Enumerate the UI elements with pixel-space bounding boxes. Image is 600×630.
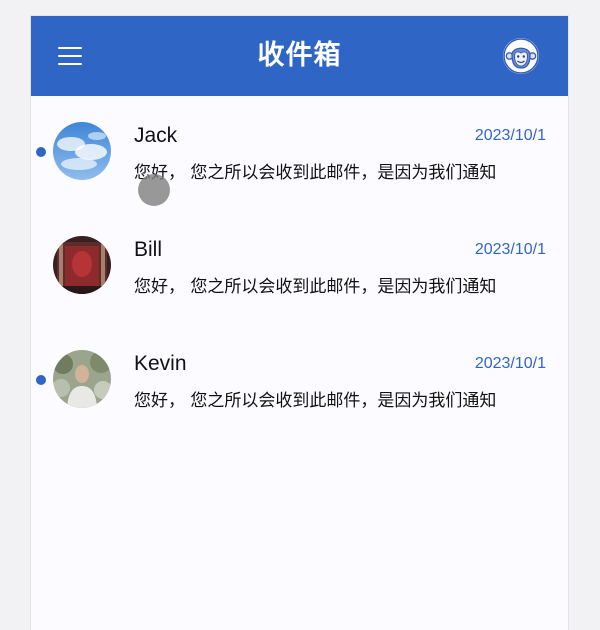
app-header: 收件箱 bbox=[31, 16, 568, 96]
email-date: 2023/10/1 bbox=[474, 355, 546, 372]
sender-name: Jack bbox=[134, 124, 178, 147]
unread-dot-icon bbox=[36, 375, 46, 385]
sender-name: Kevin bbox=[134, 352, 187, 375]
monkey-avatar-icon[interactable] bbox=[503, 38, 539, 74]
email-preview: 您好， 您之所以会收到此邮件，是因为我们通知 bbox=[134, 391, 497, 411]
email-preview: 您好， 您之所以会收到此邮件，是因为我们通知 bbox=[134, 163, 497, 183]
touch-indicator bbox=[138, 174, 170, 206]
email-list: Jack 2023/10/1 您好， 您之所以会收到此邮件，是因为我们通知 Bi… bbox=[31, 96, 568, 438]
page-title: 收件箱 bbox=[257, 40, 342, 71]
sender-name: Bill bbox=[134, 238, 163, 261]
sky-clouds-avatar bbox=[53, 122, 111, 180]
email-date: 2023/10/1 bbox=[474, 127, 546, 144]
outdoor-person-avatar bbox=[53, 350, 111, 408]
red-portrait-avatar bbox=[53, 236, 111, 294]
email-list-item[interactable]: Jack 2023/10/1 您好， 您之所以会收到此邮件，是因为我们通知 bbox=[31, 96, 568, 210]
email-preview: 您好， 您之所以会收到此邮件，是因为我们通知 bbox=[134, 277, 497, 297]
email-list-item[interactable]: Kevin 2023/10/1 您好， 您之所以会收到此邮件，是因为我们通知 bbox=[31, 324, 568, 438]
email-date: 2023/10/1 bbox=[474, 241, 546, 258]
mail-app-window: 收件箱 Jack 2023/10/1 您好， 您之所以会收到此邮件，是因为我们通… bbox=[31, 16, 568, 630]
email-list-item[interactable]: Bill 2023/10/1 您好， 您之所以会收到此邮件，是因为我们通知 bbox=[31, 210, 568, 324]
unread-dot-icon bbox=[36, 147, 46, 157]
